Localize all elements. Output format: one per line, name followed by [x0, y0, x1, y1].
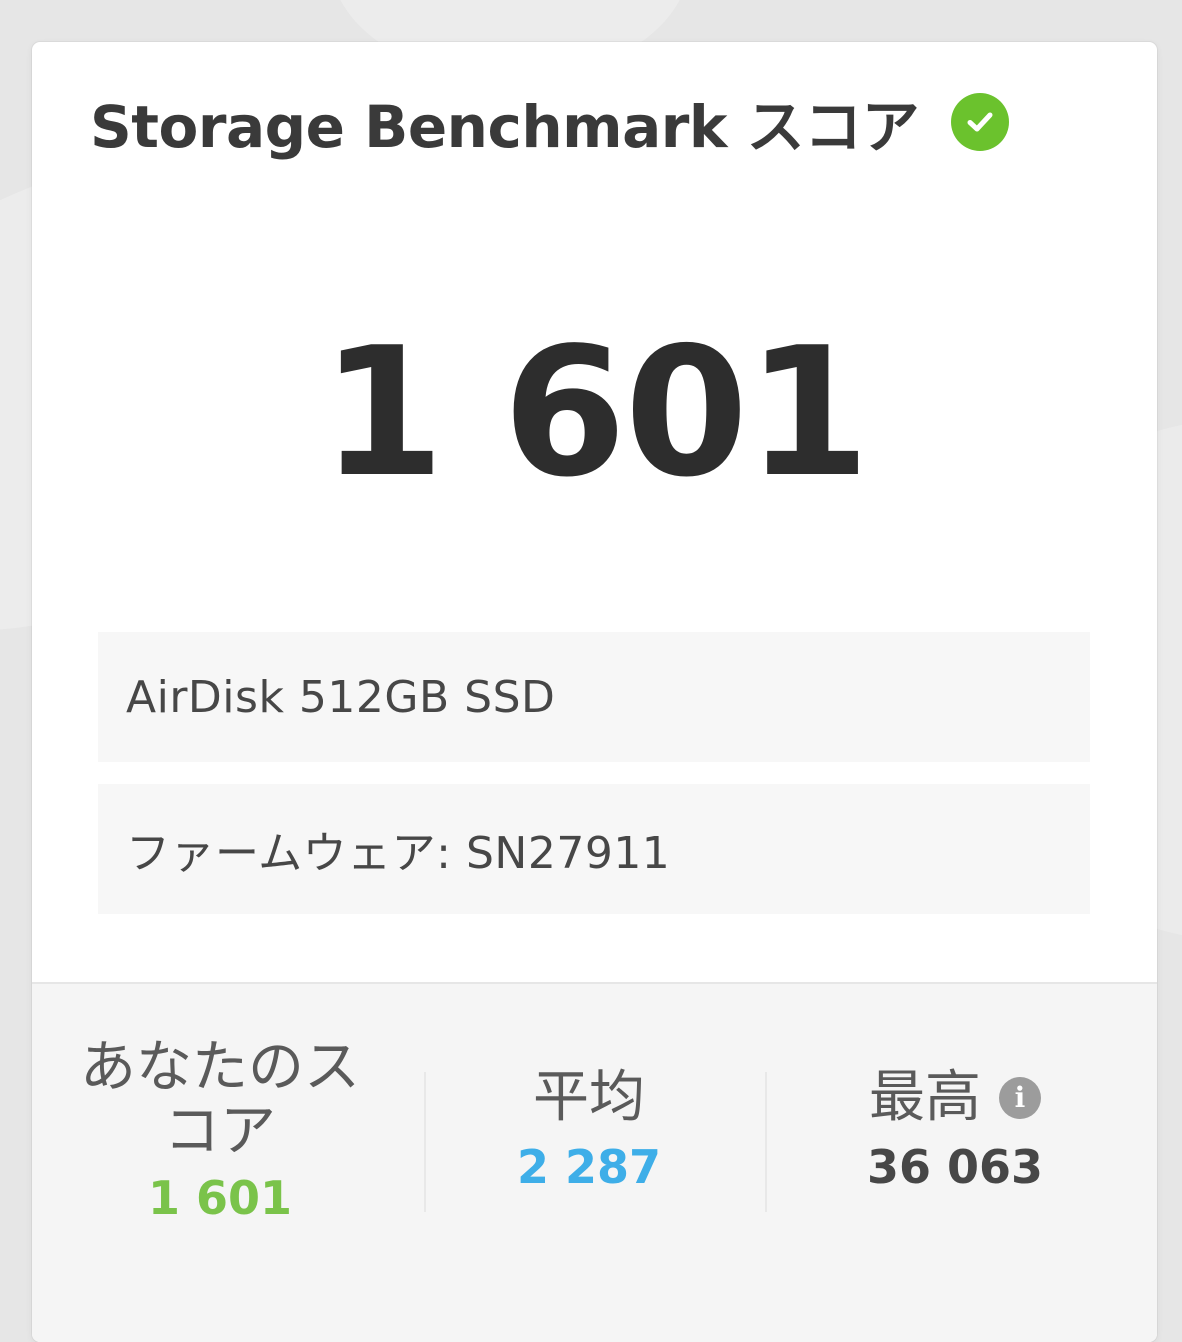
your-score-label-line-2: コア: [164, 1099, 276, 1165]
benchmark-score-card: Storage Benchmark スコア 1 601 AirDisk 512G…: [32, 42, 1157, 1342]
best-score-label: 最高: [869, 1065, 981, 1130]
your-score-label-line-1: あなたのス: [80, 1035, 360, 1100]
card-title: Storage Benchmark スコア: [90, 93, 920, 161]
your-score-stat: あなたのス コア 1 601: [80, 1035, 360, 1225]
firmware-label: ファームウェア: SN27911: [126, 828, 671, 879]
check-circle-icon: [951, 93, 1010, 151]
average-score-value: 2 287: [516, 1140, 662, 1195]
your-score-label: あなたのス コア: [80, 1035, 360, 1165]
your-score-value: 1 601: [147, 1170, 293, 1225]
device-info-box: AirDisk 512GB SSD: [98, 632, 1090, 762]
main-score: 1 601: [320, 309, 870, 516]
average-label: 平均: [533, 1065, 645, 1130]
info-icon[interactable]: i: [999, 1077, 1041, 1120]
best-score-label-row: 最高 i: [869, 1065, 1041, 1130]
device-name: AirDisk 512GB SSD: [126, 671, 556, 723]
stats-divider: [424, 1072, 426, 1212]
best-score-stat: 最高 i 36 063: [790, 1065, 1120, 1195]
stats-divider: [765, 1072, 767, 1212]
title-row: Storage Benchmark スコア: [90, 90, 1010, 161]
firmware-info-box: ファームウェア: SN27911: [98, 784, 1090, 914]
score-stats-footer: あなたのス コア 1 601 平均 2 287 最高 i 36 063: [32, 982, 1157, 1342]
best-score-value: 36 063: [866, 1140, 1044, 1195]
average-score-stat: 平均 2 287: [434, 1065, 744, 1195]
